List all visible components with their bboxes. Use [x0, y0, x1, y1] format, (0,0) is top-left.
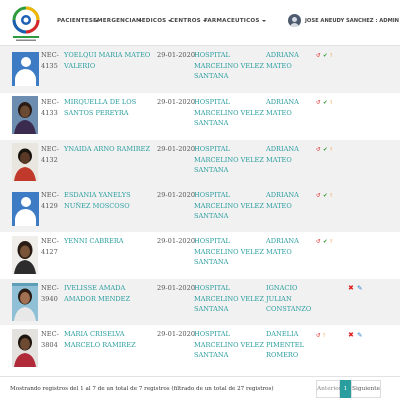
patient-date: 29-01-2020	[157, 330, 196, 338]
hospital-name: HOSPITAL MARCELINO VELEZ SANTANA	[194, 51, 264, 80]
hospital-name: HOSPITAL MARCELINO VELEZ SANTANA	[194, 330, 264, 359]
hospital-name: HOSPITAL MARCELINO VELEZ SANTANA	[194, 98, 264, 127]
check-icon[interactable]: ✔	[323, 147, 328, 153]
undo-icon[interactable]: ↺	[316, 193, 321, 199]
menu-label: FARMACEUTICOS	[204, 18, 260, 24]
avatar-placeholder	[12, 192, 39, 226]
patient-code: NEC-4133	[41, 98, 59, 117]
doctor-name: ADRIANA MATEO	[266, 145, 299, 164]
exclamation-icon[interactable]: !	[330, 239, 332, 245]
table-row: NEC-4132 YNAIDA ARNO RAMIREZ 29-01-2020 …	[0, 140, 400, 186]
doctor-name: ADRIANA MATEO	[266, 191, 299, 210]
patient-name-link[interactable]: ESDANIA YANELYS NUÑEZ MOSCOSO	[64, 190, 154, 211]
records-info: Mostrando registros del 1 al 7 de un tot…	[10, 386, 274, 392]
menu-label: PACIENTES	[57, 18, 94, 24]
patient-photo	[12, 96, 38, 134]
exclamation-icon[interactable]: !	[330, 147, 332, 153]
check-icon[interactable]: ✔	[323, 100, 328, 106]
pagination-next-button[interactable]: Siguiente	[351, 380, 381, 398]
menu-centros[interactable]: CENTROS	[170, 18, 207, 24]
menu-emergencia[interactable]: EMERGENCIA	[93, 18, 143, 24]
edit-icon[interactable]: ✎	[357, 285, 362, 292]
patient-name-link[interactable]: YENNI CABRERA	[64, 236, 154, 247]
chevron-down-icon	[261, 19, 266, 22]
table-row: NEC-3940 IVELISSE AMADA AMADOR MENDEZ 29…	[0, 279, 400, 325]
patient-name-link[interactable]: YNAIDA ARNO RAMIREZ	[64, 144, 154, 155]
hospital-name: HOSPITAL MARCELINO VELEZ SANTANA	[194, 284, 264, 313]
check-icon[interactable]: ✔	[323, 239, 328, 245]
patient-date: 29-01-2020	[157, 284, 196, 292]
patient-code: NEC-4129	[41, 191, 59, 210]
menu-label: CENTROS	[170, 18, 201, 24]
table-row: NEC-3804 MARIA CRISELVA MARCELO RAMIREZ …	[0, 325, 400, 376]
exclamation-icon[interactable]: !	[330, 100, 332, 106]
patient-photo	[12, 236, 38, 274]
patient-name-link[interactable]: MIRQUELLA DE LOS SANTOS PEREYRA	[64, 97, 154, 118]
menu-label: MEDICOS	[136, 18, 167, 24]
pagination-current-page[interactable]: 1	[340, 380, 351, 398]
patient-code: NEC-3940	[41, 284, 59, 303]
delete-icon[interactable]: ✖	[348, 285, 354, 292]
check-icon[interactable]: ✔	[323, 53, 328, 59]
patient-date: 29-01-2020	[157, 191, 196, 199]
hospital-name: HOSPITAL MARCELINO VELEZ SANTANA	[194, 237, 264, 266]
patient-date: 29-01-2020	[157, 51, 196, 59]
table-row: NEC-4129 ESDANIA YANELYS NUÑEZ MOSCOSO 2…	[0, 186, 400, 232]
undo-icon[interactable]: ↺	[316, 147, 321, 153]
doctor-name: DANELIA PIMENTEL ROMERO	[266, 330, 304, 359]
doctor-name: ADRIANA MATEO	[266, 51, 299, 70]
patient-date: 29-01-2020	[157, 145, 196, 153]
user-name: JOSE ANEUDY SANCHEZ : ADMIN	[305, 18, 400, 24]
patient-name-link[interactable]: IVELISSE AMADA AMADOR MENDEZ	[64, 283, 154, 304]
patient-code: NEC-3804	[41, 330, 59, 349]
exclamation-icon[interactable]: !	[330, 193, 332, 199]
hospital-name: HOSPITAL MARCELINO VELEZ SANTANA	[194, 145, 264, 174]
table-footer: Mostrando registros del 1 al 7 de un tot…	[0, 376, 400, 400]
table-row: NEC-4133 MIRQUELLA DE LOS SANTOS PEREYRA…	[0, 93, 400, 140]
top-navbar: PACIENTES EMERGENCIA MEDICOS CENTROS FAR…	[0, 0, 400, 46]
table-row: NEC-4135 YOELQUI MARIA MATEO VALERIO 29-…	[0, 46, 400, 93]
patient-photo	[12, 283, 38, 321]
patient-date: 29-01-2020	[157, 237, 196, 245]
doctor-name: ADRIANA MATEO	[266, 237, 299, 256]
delete-icon[interactable]: ✖	[348, 332, 354, 339]
user-avatar-icon	[288, 14, 301, 27]
patient-code: NEC-4127	[41, 237, 59, 256]
app-logo[interactable]	[7, 2, 45, 44]
table-row: NEC-4127 YENNI CABRERA 29-01-2020 HOSPIT…	[0, 232, 400, 279]
undo-icon[interactable]: ↺	[316, 100, 321, 106]
menu-medicos[interactable]: MEDICOS	[136, 18, 173, 24]
patient-name-link[interactable]: YOELQUI MARIA MATEO VALERIO	[64, 50, 154, 71]
check-icon[interactable]: ✔	[323, 193, 328, 199]
patient-photo	[12, 329, 38, 367]
menu-farmaceuticos[interactable]: FARMACEUTICOS	[204, 18, 266, 24]
hospital-name: HOSPITAL MARCELINO VELEZ SANTANA	[194, 191, 264, 220]
exclamation-icon[interactable]: !	[330, 53, 332, 59]
patient-name-link[interactable]: MARIA CRISELVA MARCELO RAMIREZ	[64, 329, 154, 350]
undo-icon[interactable]: ↺	[316, 239, 321, 245]
avatar-placeholder	[12, 52, 39, 86]
undo-icon[interactable]: ↺	[316, 333, 321, 339]
menu-label: EMERGENCIA	[93, 18, 137, 24]
undo-icon[interactable]: ↺	[316, 53, 321, 59]
pagination-previous-button[interactable]: Anterior	[316, 380, 342, 398]
patient-code: NEC-4132	[41, 145, 59, 164]
doctor-name: IGNACIO JULIAN CONSTANZO	[266, 284, 312, 313]
doctor-name: ADRIANA MATEO	[266, 98, 299, 117]
patient-photo	[12, 143, 38, 181]
user-label: JOSE ANEUDY SANCHEZ : ADMIN	[305, 18, 400, 24]
edit-icon[interactable]: ✎	[357, 332, 362, 339]
patient-code: NEC-4135	[41, 51, 59, 70]
patient-date: 29-01-2020	[157, 98, 196, 106]
user-menu[interactable]: JOSE ANEUDY SANCHEZ : ADMIN	[288, 14, 400, 30]
exclamation-icon[interactable]: !	[323, 333, 325, 339]
